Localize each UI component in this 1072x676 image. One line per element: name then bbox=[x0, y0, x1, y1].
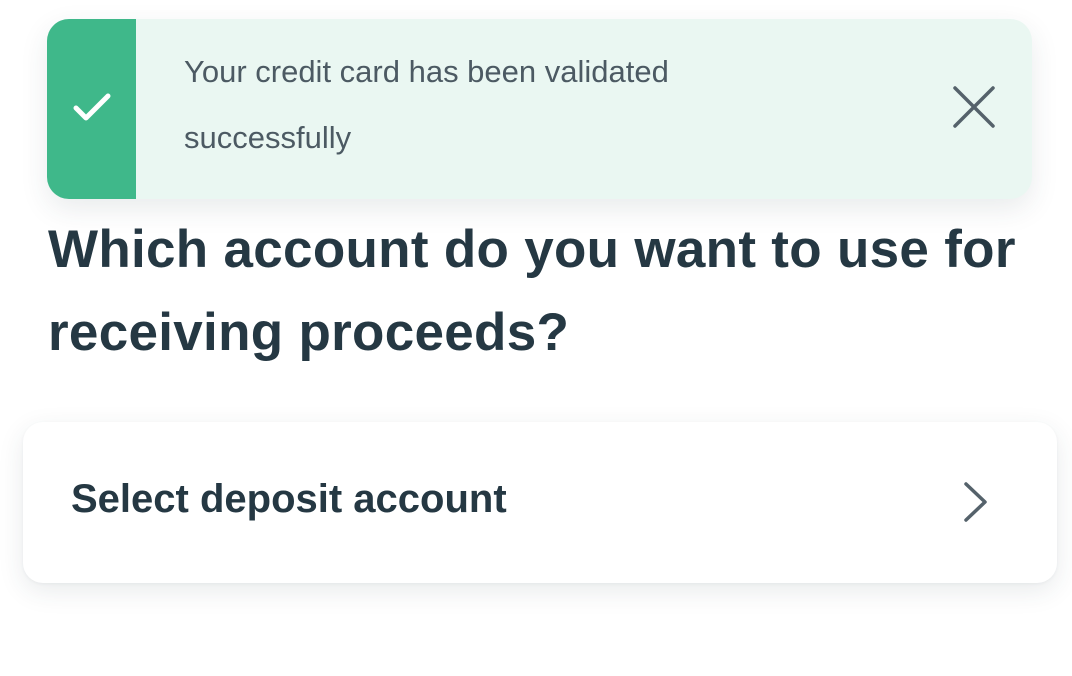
close-icon[interactable] bbox=[952, 85, 996, 134]
checkmark-icon bbox=[72, 91, 112, 128]
success-toast: Your credit card has been validated succ… bbox=[47, 19, 1032, 199]
toast-close-button[interactable] bbox=[952, 85, 996, 134]
toast-status-stripe bbox=[47, 19, 136, 199]
deposit-account-label: Select deposit account bbox=[71, 477, 507, 521]
page-title: Which account do you want to use for rec… bbox=[48, 220, 1016, 362]
select-deposit-account-button[interactable]: Select deposit account bbox=[23, 422, 1057, 583]
chevron-right-icon bbox=[961, 480, 991, 524]
page: Your credit card has been validated succ… bbox=[0, 0, 1072, 676]
toast-message: Your credit card has been validated succ… bbox=[184, 54, 669, 155]
